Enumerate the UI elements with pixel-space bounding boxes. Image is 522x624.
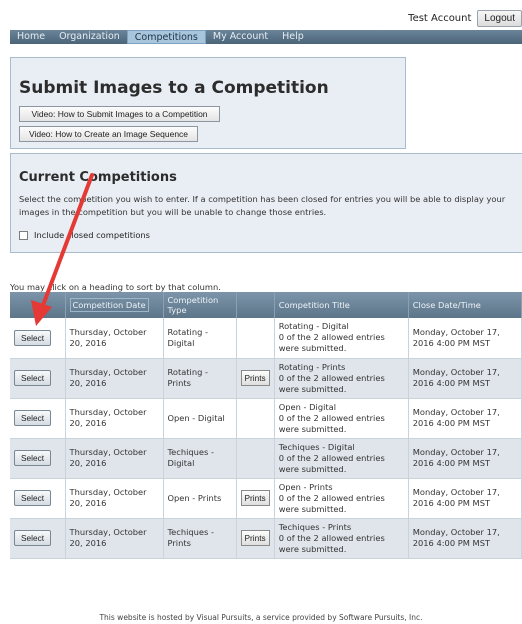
include-closed-label: Include closed competitions [34,230,150,240]
competition-type: Techiques - Digital [163,438,237,479]
select-button[interactable]: Select [14,410,52,426]
table-header-row: Competition Date Competition Type Compet… [10,292,522,318]
entries-text: 0 of the 2 allowed entries were submitte… [278,412,385,434]
select-button[interactable]: Select [14,370,52,386]
select-cell: Select [10,398,66,439]
select-button[interactable]: Select [14,329,52,346]
close-date: Monday, October 17, 2016 4:00 PM MST [408,518,522,559]
competition-date: Thursday, October 20, 2016 [65,318,164,359]
select-cell: Select [10,438,66,479]
prints-cell [236,438,275,479]
nav-home[interactable]: Home [10,30,52,44]
include-closed-checkbox[interactable] [19,230,28,240]
competition-title: Techiques - Prints 0 of the 2 allowed ent… [274,518,409,559]
account-name: Test Account [408,12,472,24]
nav-organization[interactable]: Organization [52,30,127,44]
select-button[interactable]: Select [14,530,52,546]
top-bar: Test Account Logout [408,8,522,28]
main-nav: Home Organization Competitions My Accoun… [10,30,522,44]
header-close-date[interactable]: Close Date/Time [408,292,522,318]
include-closed-row[interactable]: Include closed competitions [19,230,514,240]
title-text: Techiques - Digital [278,441,355,452]
nav-competitions[interactable]: Competitions [126,30,206,44]
footer-text: This website is hosted by Visual Pursuit… [99,613,423,622]
competition-type: Open - Digital [163,398,237,439]
competition-date: Thursday, October 20, 2016 [65,398,164,439]
prints-cell [236,398,275,439]
close-date: Monday, October 17, 2016 4:00 PM MST [408,358,522,399]
nav-my-account[interactable]: My Account [206,30,275,44]
prints-cell [236,318,275,359]
sort-hint: You may click on a heading to sort by th… [10,282,221,292]
header-prints [236,292,275,318]
header-competition-type[interactable]: Competition Type [163,292,237,318]
page-title: Submit Images to a Competition [19,78,329,98]
close-date: Monday, October 17, 2016 4:00 PM MST [408,438,522,479]
prints-cell: Prints [236,478,275,519]
title-text: Open - Prints [278,481,333,492]
title-text: Techiques - Prints [278,521,352,532]
header-competition-date[interactable]: Competition Date [65,292,164,318]
entries-text: 0 of the 2 allowed entries were submitte… [278,372,385,394]
prints-button[interactable]: Prints [240,530,270,546]
table-row: Select Thursday, October 20, 2016 Rotating… [10,358,522,399]
competition-type: Rotating - Prints [163,358,237,399]
prints-button[interactable]: Prints [240,490,270,506]
competitions-table: Competition Date Competition Type Compet… [10,292,522,559]
video-submit-images-button[interactable]: Video: How to Submit Images to a Competi… [19,106,220,122]
table-row: Select Thursday, October 20, 2016 Techique… [10,438,522,479]
competition-date: Thursday, October 20, 2016 [65,358,164,399]
competition-title: Open - Prints 0 of the 2 allowed entries … [274,478,409,519]
competition-type: Techiques - Prints [163,518,237,559]
competition-title: Rotating - Prints 0 of the 2 allowed entr… [274,358,409,399]
table-row: Select Thursday, October 20, 2016 Rotating… [10,318,522,359]
competition-type: Open - Prints [163,478,237,519]
select-cell: Select [10,518,66,559]
title-text: Rotating - Digital [278,321,349,332]
prints-button[interactable]: Prints [240,370,270,386]
select-cell: Select [10,358,66,399]
close-date: Monday, October 17, 2016 4:00 PM MST [408,318,522,359]
table-row: Select Thursday, October 20, 2016 Open - D… [10,398,522,439]
select-cell: Select [10,478,66,519]
competition-title: Techiques - Digital 0 of the 2 allowed en… [274,438,409,479]
competition-type: Rotating - Digital [163,318,237,359]
select-cell: Select [10,318,66,359]
current-competitions-panel: Current Competitions Select the competit… [10,153,522,253]
competition-title: Rotating - Digital 0 of the 2 allowed ent… [274,318,409,359]
select-button[interactable]: Select [14,450,52,466]
section-title: Current Competitions [19,170,177,185]
competition-title: Open - Digital 0 of the 2 allowed entries… [274,398,409,439]
entries-text: 0 of the 2 allowed entries were submitte… [278,332,385,354]
table-row: Select Thursday, October 20, 2016 Techique… [10,518,522,559]
submit-panel: Submit Images to a Competition Video: Ho… [10,57,406,149]
competition-date: Thursday, October 20, 2016 [65,518,164,559]
competition-date: Thursday, October 20, 2016 [65,438,164,479]
nav-help[interactable]: Help [275,30,311,44]
close-date: Monday, October 17, 2016 4:00 PM MST [408,398,522,439]
table-row: Select Thursday, October 20, 2016 Open - P… [10,478,522,519]
entries-text: 0 of the 2 allowed entries were submitte… [278,452,385,474]
title-text: Rotating - Prints [278,361,346,372]
entries-text: 0 of the 2 allowed entries were submitte… [278,532,385,554]
entries-text: 0 of the 2 allowed entries were submitte… [278,492,385,514]
select-button[interactable]: Select [14,490,52,506]
prints-cell: Prints [236,358,275,399]
section-description: Select the competition you wish to enter… [19,194,506,217]
header-select [10,292,66,318]
logout-button[interactable]: Logout [477,9,522,27]
video-image-sequence-button[interactable]: Video: How to Create an Image Sequence [19,126,198,142]
header-competition-title[interactable]: Competition Title [274,292,409,318]
title-text: Open - Digital [278,401,337,412]
prints-cell: Prints [236,518,275,559]
table-body: Select Thursday, October 20, 2016 Rotating… [10,318,522,559]
competition-date: Thursday, October 20, 2016 [65,478,164,519]
close-date: Monday, October 17, 2016 4:00 PM MST [408,478,522,519]
